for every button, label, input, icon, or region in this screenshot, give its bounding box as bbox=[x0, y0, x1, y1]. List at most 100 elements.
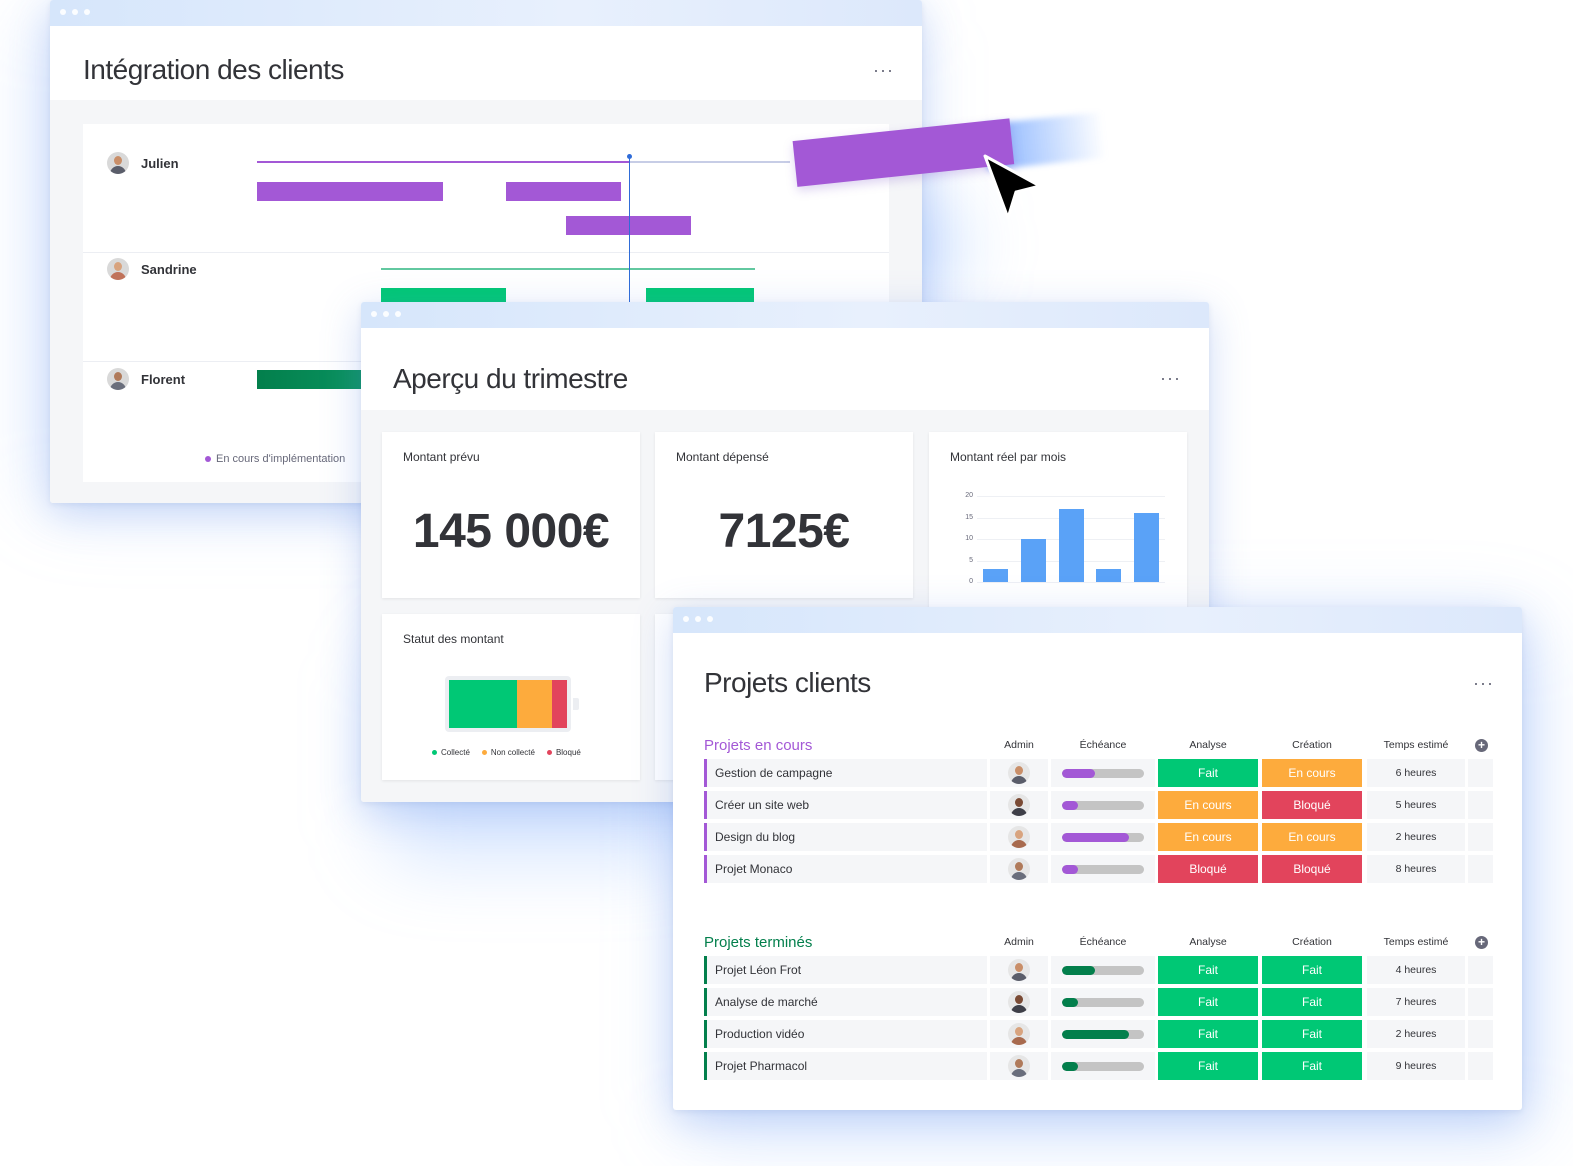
admin-cell[interactable] bbox=[990, 1020, 1048, 1048]
table-row[interactable]: Projet Léon Frot Fait Fait 4 heures bbox=[704, 956, 1493, 984]
legend-dot bbox=[481, 750, 487, 755]
gantt-timeline-line bbox=[630, 161, 790, 163]
chart-bar[interactable] bbox=[1096, 569, 1122, 582]
analysis-status[interactable]: Fait bbox=[1158, 988, 1258, 1016]
estimated-time-cell[interactable]: 5 heures bbox=[1367, 791, 1465, 819]
chart-bar[interactable] bbox=[983, 569, 1009, 582]
creation-status[interactable]: En cours bbox=[1262, 759, 1362, 787]
column-header-due[interactable]: Échéance bbox=[1051, 739, 1155, 751]
empty-cell bbox=[1468, 1052, 1493, 1080]
chart-gridline bbox=[977, 582, 1165, 583]
table-row[interactable]: Gestion de campagne Fait En cours 6 heures bbox=[704, 759, 1493, 787]
admin-cell[interactable] bbox=[990, 791, 1048, 819]
column-header-admin[interactable]: Admin bbox=[990, 739, 1048, 751]
due-cell[interactable] bbox=[1051, 855, 1155, 883]
column-header-analysis[interactable]: Analyse bbox=[1158, 936, 1258, 948]
item-name-cell[interactable]: Analyse de marché bbox=[704, 988, 987, 1016]
gantt-task-bar[interactable] bbox=[257, 182, 443, 201]
column-header-creation[interactable]: Création bbox=[1262, 936, 1362, 948]
projects-title: Projets clients bbox=[704, 667, 871, 698]
creation-status[interactable]: Bloqué bbox=[1262, 855, 1362, 883]
table-row[interactable]: Production vidéo Fait Fait 2 heures bbox=[704, 1020, 1493, 1048]
admin-cell[interactable] bbox=[990, 988, 1048, 1016]
admin-cell[interactable] bbox=[990, 956, 1048, 984]
gantt-task-bar[interactable] bbox=[257, 370, 367, 389]
chart-bar[interactable] bbox=[1058, 508, 1084, 582]
table-row[interactable]: Analyse de marché Fait Fait 7 heures bbox=[704, 988, 1493, 1016]
estimated-time-cell[interactable]: 2 heures bbox=[1367, 823, 1465, 851]
more-options-icon[interactable]: ··· bbox=[873, 60, 894, 81]
amount-status-card: Statut des montant Collecté Non collecté… bbox=[382, 614, 640, 780]
item-name-cell[interactable]: Design du blog bbox=[704, 823, 987, 851]
item-name-cell[interactable]: Production vidéo bbox=[704, 1020, 987, 1048]
estimated-time-cell[interactable]: 2 heures bbox=[1367, 1020, 1465, 1048]
analysis-status[interactable]: En cours bbox=[1158, 791, 1258, 819]
empty-cell bbox=[1468, 956, 1493, 984]
battery-tip bbox=[573, 698, 579, 710]
item-name-cell[interactable]: Projet Monaco bbox=[704, 855, 987, 883]
creation-status[interactable]: Fait bbox=[1262, 1052, 1362, 1080]
timeline-progress-track bbox=[1062, 864, 1144, 874]
admin-cell[interactable] bbox=[990, 823, 1048, 851]
planned-amount-value: 145 000€ bbox=[412, 505, 610, 558]
group-title[interactable]: Projets terminés bbox=[704, 934, 812, 951]
legend-dot bbox=[205, 456, 211, 462]
column-header-admin[interactable]: Admin bbox=[990, 936, 1048, 948]
admin-cell[interactable] bbox=[990, 855, 1048, 883]
analysis-status[interactable]: Bloqué bbox=[1158, 855, 1258, 883]
more-options-icon[interactable]: ··· bbox=[1160, 368, 1181, 389]
admin-cell[interactable] bbox=[990, 759, 1048, 787]
column-header-creation[interactable]: Création bbox=[1262, 739, 1362, 751]
analysis-status[interactable]: Fait bbox=[1158, 1020, 1258, 1048]
column-header-analysis[interactable]: Analyse bbox=[1158, 739, 1258, 751]
timeline-progress-fill bbox=[1062, 1029, 1129, 1039]
empty-cell bbox=[1468, 823, 1493, 851]
due-cell[interactable] bbox=[1051, 1020, 1155, 1048]
group-title[interactable]: Projets en cours bbox=[704, 737, 812, 754]
avatar bbox=[1008, 762, 1030, 784]
add-column-icon[interactable]: + bbox=[1475, 936, 1488, 949]
card-label: Montant dépensé bbox=[676, 450, 769, 464]
creation-status[interactable]: Fait bbox=[1262, 988, 1362, 1016]
empty-cell bbox=[1468, 855, 1493, 883]
gantt-task-bar[interactable] bbox=[506, 182, 621, 201]
more-options-icon[interactable]: ··· bbox=[1473, 673, 1494, 694]
item-name-cell[interactable]: Gestion de campagne bbox=[704, 759, 987, 787]
table-row[interactable]: Créer un site web En cours Bloqué 5 heures bbox=[704, 791, 1493, 819]
item-name-cell[interactable]: Projet Léon Frot bbox=[704, 956, 987, 984]
due-cell[interactable] bbox=[1051, 956, 1155, 984]
due-cell[interactable] bbox=[1051, 759, 1155, 787]
creation-status[interactable]: En cours bbox=[1262, 823, 1362, 851]
creation-status[interactable]: Bloqué bbox=[1262, 791, 1362, 819]
estimated-time-cell[interactable]: 9 heures bbox=[1367, 1052, 1465, 1080]
estimated-time-cell[interactable]: 4 heures bbox=[1367, 956, 1465, 984]
chart-bar[interactable] bbox=[1020, 539, 1046, 582]
analysis-status[interactable]: En cours bbox=[1158, 823, 1258, 851]
analysis-status[interactable]: Fait bbox=[1158, 956, 1258, 984]
estimated-time-cell[interactable]: 7 heures bbox=[1367, 988, 1465, 1016]
table-row[interactable]: Projet Pharmacol Fait Fait 9 heures bbox=[704, 1052, 1493, 1080]
analysis-status[interactable]: Fait bbox=[1158, 1052, 1258, 1080]
table-row[interactable]: Design du blog En cours En cours 2 heures bbox=[704, 823, 1493, 851]
due-cell[interactable] bbox=[1051, 823, 1155, 851]
item-name-cell[interactable]: Projet Pharmacol bbox=[704, 1052, 987, 1080]
due-cell[interactable] bbox=[1051, 1052, 1155, 1080]
legend-label: Bloqué bbox=[555, 748, 581, 757]
item-name-cell[interactable]: Créer un site web bbox=[704, 791, 987, 819]
due-cell[interactable] bbox=[1051, 988, 1155, 1016]
due-cell[interactable] bbox=[1051, 791, 1155, 819]
analysis-status[interactable]: Fait bbox=[1158, 759, 1258, 787]
creation-status[interactable]: Fait bbox=[1262, 956, 1362, 984]
empty-cell bbox=[1468, 759, 1493, 787]
column-header-time[interactable]: Temps estimé bbox=[1367, 739, 1465, 751]
column-header-time[interactable]: Temps estimé bbox=[1367, 936, 1465, 948]
admin-cell[interactable] bbox=[990, 1052, 1048, 1080]
add-column-icon[interactable]: + bbox=[1475, 739, 1488, 752]
timeline-progress-fill bbox=[1062, 864, 1078, 874]
table-row[interactable]: Projet Monaco Bloqué Bloqué 8 heures bbox=[704, 855, 1493, 883]
estimated-time-cell[interactable]: 8 heures bbox=[1367, 855, 1465, 883]
creation-status[interactable]: Fait bbox=[1262, 1020, 1362, 1048]
chart-bar[interactable] bbox=[1133, 513, 1159, 582]
column-header-due[interactable]: Échéance bbox=[1051, 936, 1155, 948]
estimated-time-cell[interactable]: 6 heures bbox=[1367, 759, 1465, 787]
